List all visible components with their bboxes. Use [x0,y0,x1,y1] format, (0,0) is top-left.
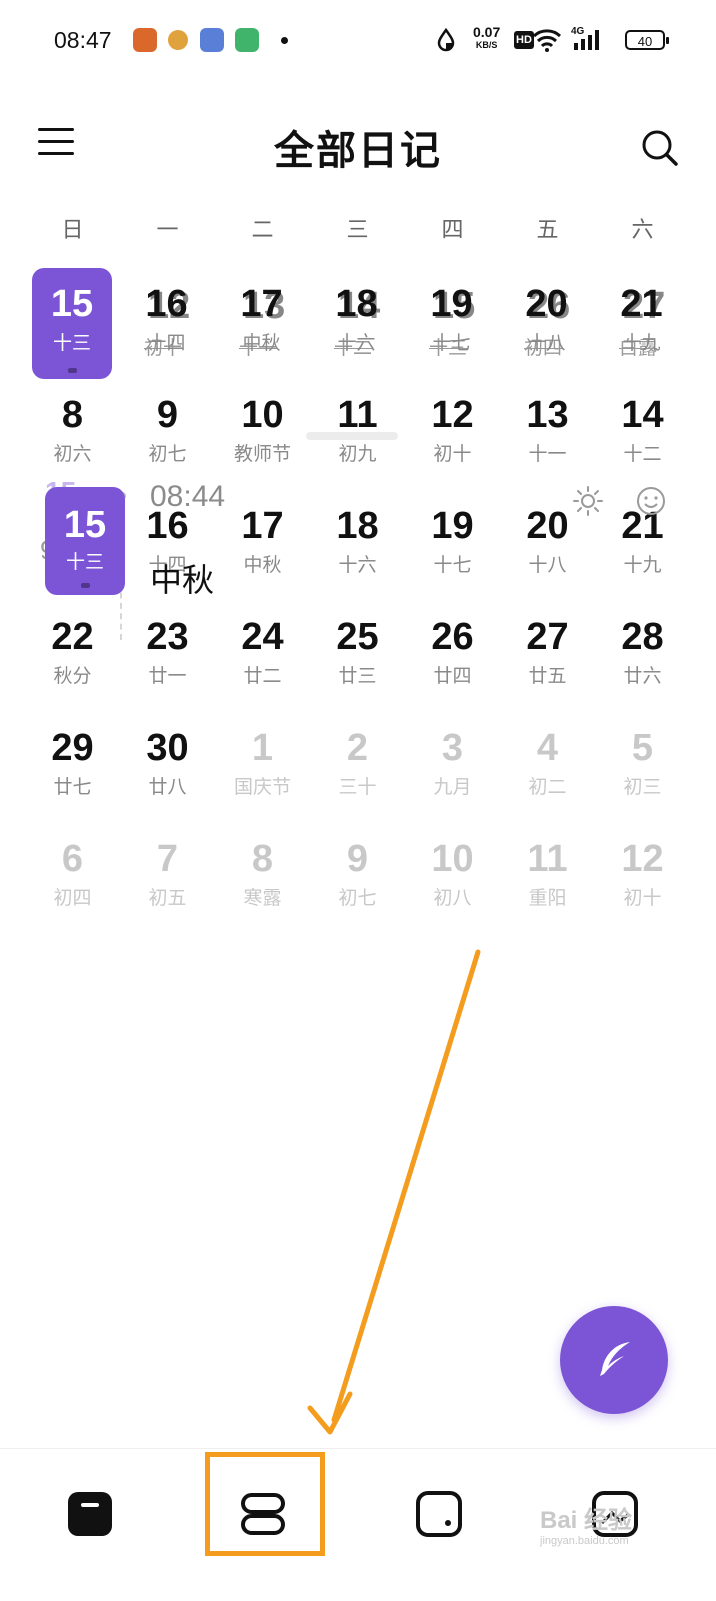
watermark: Bai 经验 jingyan.baidu.com [540,1507,633,1547]
annotation-arrow [307,949,481,1435]
